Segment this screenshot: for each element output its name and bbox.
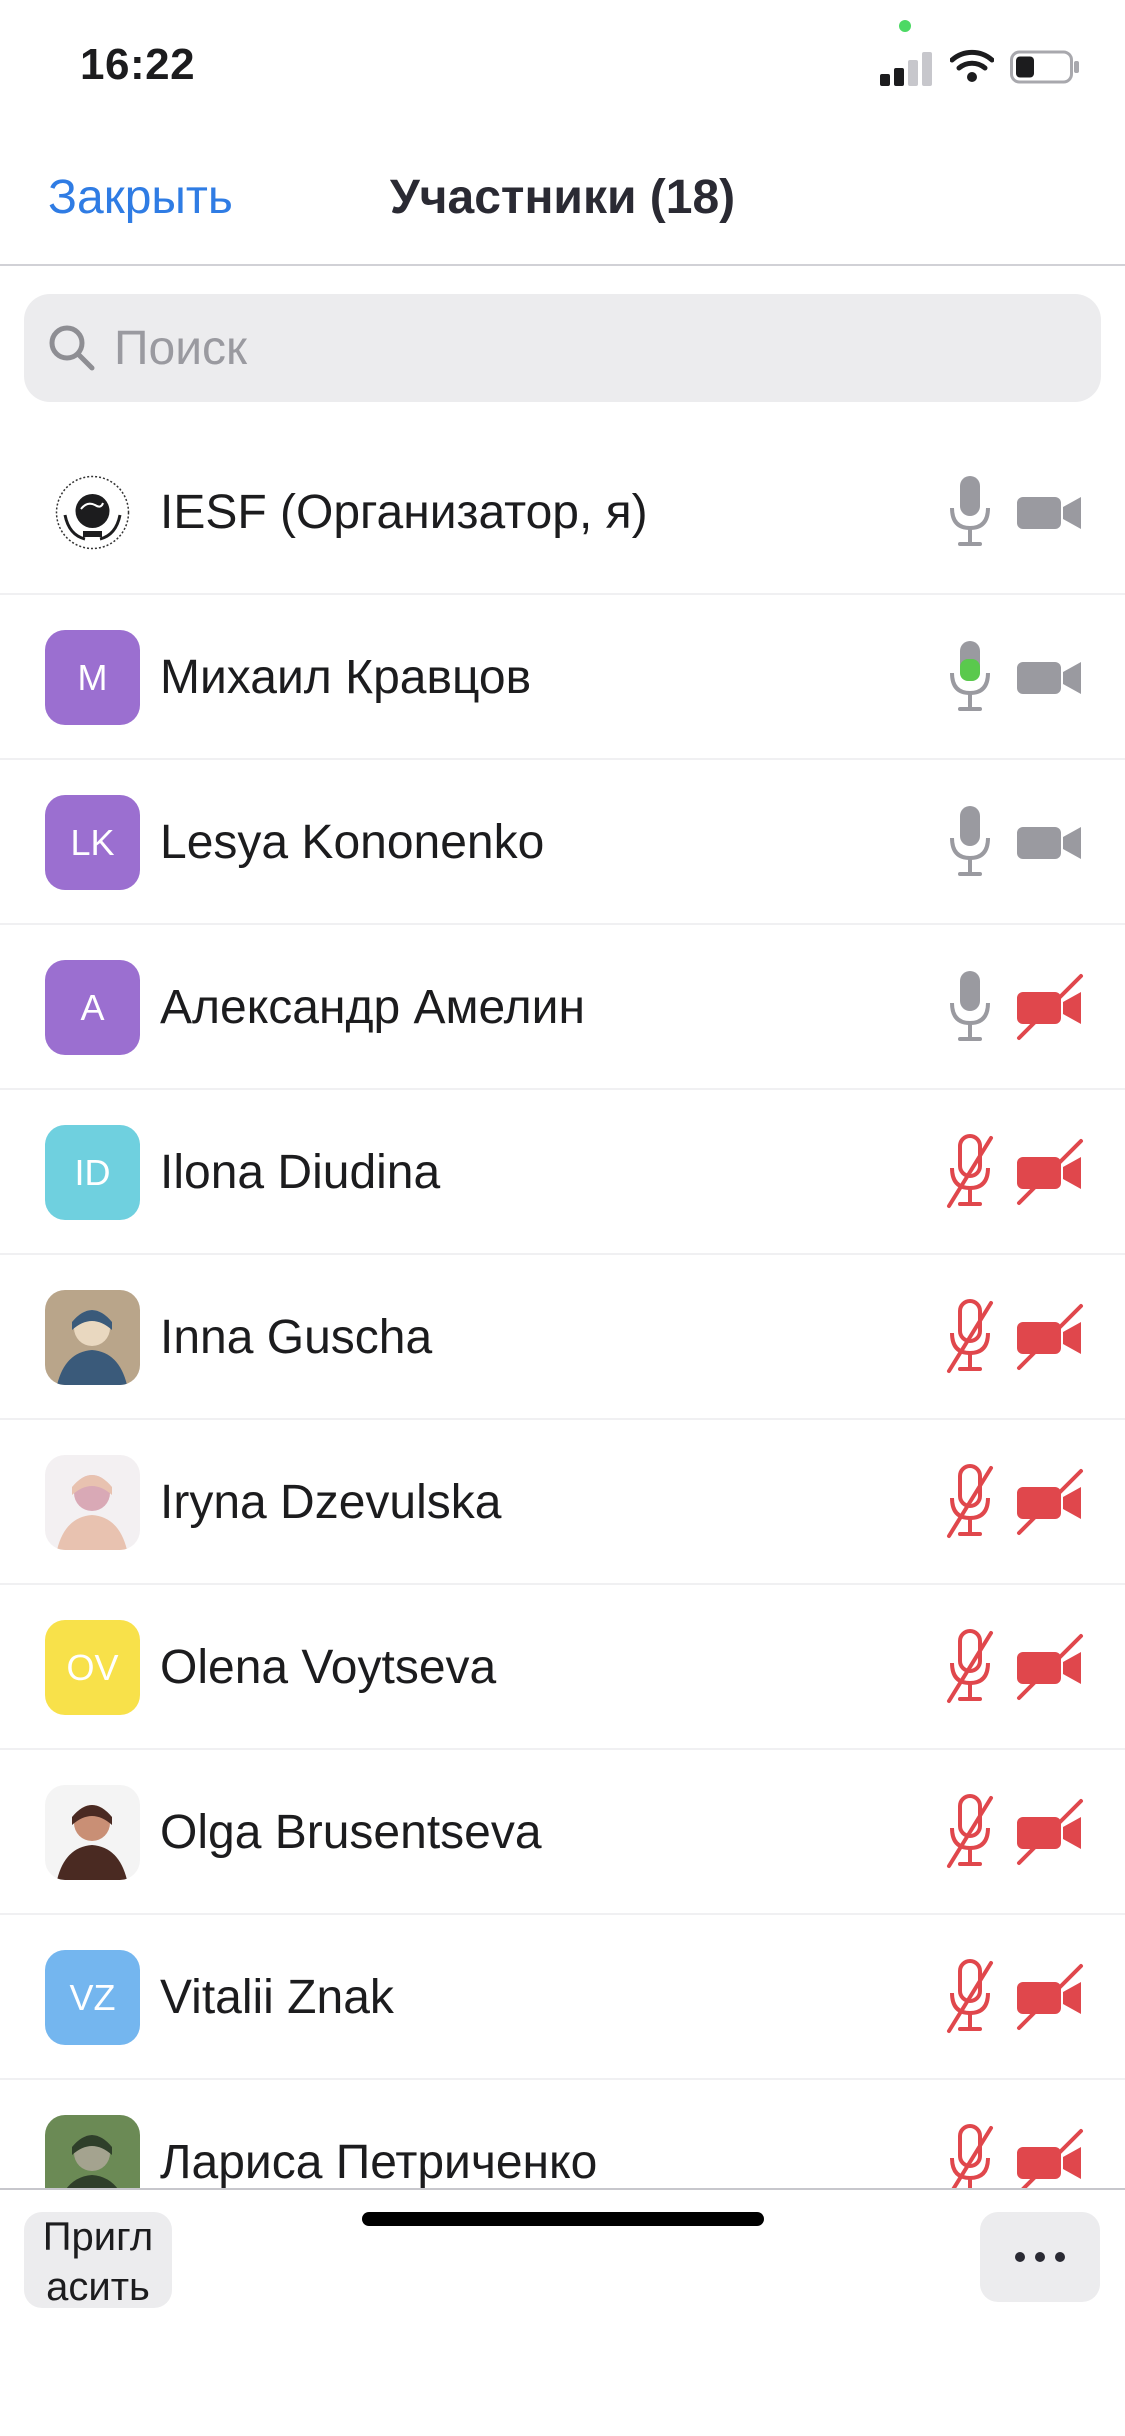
participant-row[interactable]: IESF (Организатор, я) [0,430,1125,595]
microphone-icon[interactable] [945,967,995,1047]
mic-muted-icon[interactable] [945,1462,995,1542]
participant-name: Лариса Петриченко [160,2136,598,2189]
invite-button[interactable]: Пригл асить [24,2212,172,2309]
participant-row[interactable]: Olga Brusentseva [0,1750,1125,1915]
avatar: A [45,960,140,1055]
microphone-icon[interactable] [945,472,995,552]
avatar: LK [45,795,140,890]
status-bar: 16:22 [0,0,1125,140]
avatar: OV [45,1620,140,1715]
ellipsis-icon [1015,2252,1025,2262]
participant-name: Александр Амелин [160,981,585,1034]
navigation-bar: Закрыть Участники (18) [0,140,1125,266]
microphone-icon[interactable] [945,802,995,882]
participant-name: Михаил Кравцов [160,651,532,704]
home-indicator [362,2212,764,2226]
camera-off-icon[interactable] [1015,1962,1085,2032]
mic-muted-icon[interactable] [945,1957,995,2037]
photo-avatar [45,1785,140,1880]
participant-row[interactable]: Лариса Петриченко [0,2080,1125,2190]
video-camera-icon[interactable] [1015,477,1085,547]
participant-name: IESF (Организатор, я) [160,486,648,539]
photo-avatar [45,2115,140,2190]
mic-muted-icon[interactable] [945,2122,995,2190]
page-title: Участники (18) [389,171,736,224]
camera-off-icon[interactable] [1015,1632,1085,1702]
camera-off-icon[interactable] [1015,2127,1085,2190]
participant-name: Ilona Diudina [160,1146,441,1199]
wifi-icon [950,49,994,82]
ellipsis-icon-dot [1055,2252,1065,2262]
video-camera-icon[interactable] [1015,807,1085,877]
participant-name: Olga Brusentseva [160,1806,542,1859]
camera-off-icon[interactable] [1015,1467,1085,1537]
participant-name: Inna Guscha [160,1311,433,1364]
participant-row[interactable]: LK Lesya Kononenko [0,760,1125,925]
organization-logo-avatar [45,465,140,560]
video-camera-icon[interactable] [1015,642,1085,712]
more-options-button[interactable] [980,2212,1100,2302]
mic-muted-icon[interactable] [945,1792,995,1872]
avatar: ID [45,1125,140,1220]
participant-row[interactable]: A Александр Амелин [0,925,1125,1090]
participant-row[interactable]: ID Ilona Diudina [0,1090,1125,1255]
search-icon [49,325,95,371]
camera-off-icon[interactable] [1015,1797,1085,1867]
participants-list[interactable]: IESF (Организатор, я) M Михаил Кравцов LK Le… [0,430,1125,2190]
participant-name: Iryna Dzevulska [160,1476,502,1529]
participant-name: Lesya Kononenko [160,816,545,869]
camera-off-icon[interactable] [1015,972,1085,1042]
cellular-signal-icon [880,50,936,86]
mic-muted-icon[interactable] [945,1297,995,1377]
participant-row[interactable]: VZ Vitalii Znak [0,1915,1125,2080]
mic-muted-icon[interactable] [945,1627,995,1707]
camera-off-icon[interactable] [1015,1137,1085,1207]
ellipsis-icon-dot [1035,2252,1045,2262]
photo-avatar [45,1290,140,1385]
participant-name: Olena Voytseva [160,1641,497,1694]
participant-name: Vitalii Znak [160,1971,394,2024]
avatar: M [45,630,140,725]
search-input[interactable] [114,294,1074,402]
participant-row[interactable]: Iryna Dzevulska [0,1420,1125,1585]
participant-row[interactable]: OV Olena Voytseva [0,1585,1125,1750]
microphone-icon[interactable] [945,637,995,717]
status-time: 16:22 [80,40,196,89]
participant-row[interactable]: Inna Guscha [0,1255,1125,1420]
camera-off-icon[interactable] [1015,1302,1085,1372]
battery-icon [1010,50,1079,84]
photo-avatar [45,1455,140,1550]
privacy-indicator-dot [899,20,911,32]
search-bar[interactable] [24,294,1101,402]
avatar: VZ [45,1950,140,2045]
participant-row[interactable]: M Михаил Кравцов [0,595,1125,760]
mic-muted-icon[interactable] [945,1132,995,1212]
